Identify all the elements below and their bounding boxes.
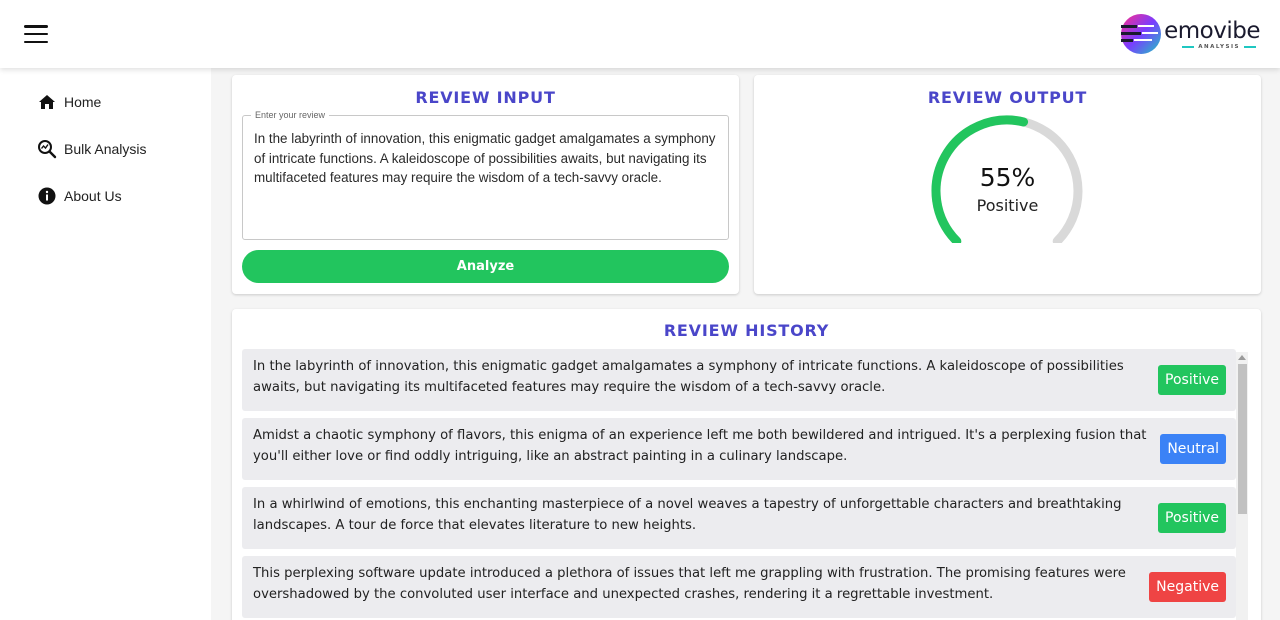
logo-dash-left (1182, 45, 1195, 48)
review-output-title: REVIEW OUTPUT (927, 88, 1088, 107)
sidebar-item-label: Bulk Analysis (64, 141, 147, 157)
analyze-button[interactable]: Analyze (242, 250, 729, 283)
gauge-sentiment-label: Positive (976, 196, 1039, 215)
history-row-text: In the labyrinth of innovation, this eni… (253, 359, 1124, 395)
review-history-list[interactable]: In the labyrinth of innovation, this eni… (242, 349, 1252, 620)
gauge-percent: 55% (979, 163, 1036, 192)
scroll-up-arrow-icon[interactable] (1238, 355, 1246, 360)
sidebar: Home Bulk Analysis About Us (0, 68, 211, 620)
home-icon (37, 92, 57, 112)
review-field-label: Enter your review (251, 110, 330, 121)
review-textarea[interactable]: In the labyrinth of innovation, this eni… (254, 129, 716, 229)
sidebar-item-label: Home (64, 94, 102, 110)
sidebar-item-bulk-analysis[interactable]: Bulk Analysis (37, 139, 146, 159)
review-input-card: REVIEW INPUT Enter your review In the la… (232, 75, 739, 294)
emovibe-logo[interactable]: emovibe ANALYSIS (1120, 12, 1260, 56)
history-row: In a whirlwind of emotions, this enchant… (242, 487, 1236, 549)
sentiment-badge: Negative (1149, 572, 1226, 602)
logo-dash-right (1244, 45, 1256, 48)
review-output-card: REVIEW OUTPUT 55% Positive (754, 75, 1261, 294)
history-row: Amidst a chaotic symphony of flavors, th… (242, 418, 1236, 480)
logo-sub-text: ANALYSIS (1198, 43, 1240, 50)
history-scrollbar[interactable] (1236, 352, 1248, 620)
scrollbar-thumb[interactable] (1238, 364, 1247, 514)
review-input-title: REVIEW INPUT (415, 88, 556, 107)
review-history-card: REVIEW HISTORY In the labyrinth of innov… (232, 309, 1261, 620)
history-row-text: In a whirlwind of emotions, this enchant… (253, 497, 1122, 533)
sentiment-badge: Positive (1158, 365, 1226, 395)
bulk-analysis-icon (37, 139, 57, 159)
sentiment-badge: Neutral (1160, 434, 1226, 464)
sidebar-item-home[interactable]: Home (37, 92, 101, 112)
logo-subtitle: ANALYSIS (1164, 44, 1260, 50)
logo-mark-icon (1120, 13, 1162, 55)
history-row: In the labyrinth of innovation, this eni… (242, 349, 1236, 411)
review-field[interactable]: Enter your review In the labyrinth of in… (242, 110, 729, 240)
history-row-text: Amidst a chaotic symphony of flavors, th… (253, 428, 1147, 464)
sidebar-item-about-us[interactable]: About Us (37, 186, 122, 206)
sentiment-badge: Positive (1158, 503, 1226, 533)
history-row: This perplexing software update introduc… (242, 556, 1236, 618)
logo-name: emovibe (1164, 17, 1260, 44)
top-app-bar: emovibe ANALYSIS (0, 0, 1280, 68)
review-history-title: REVIEW HISTORY (663, 321, 830, 340)
hamburger-menu-icon[interactable] (20, 20, 52, 48)
sidebar-item-label: About Us (64, 188, 122, 204)
history-row-text: This perplexing software update introduc… (253, 566, 1126, 602)
info-icon (37, 186, 57, 206)
